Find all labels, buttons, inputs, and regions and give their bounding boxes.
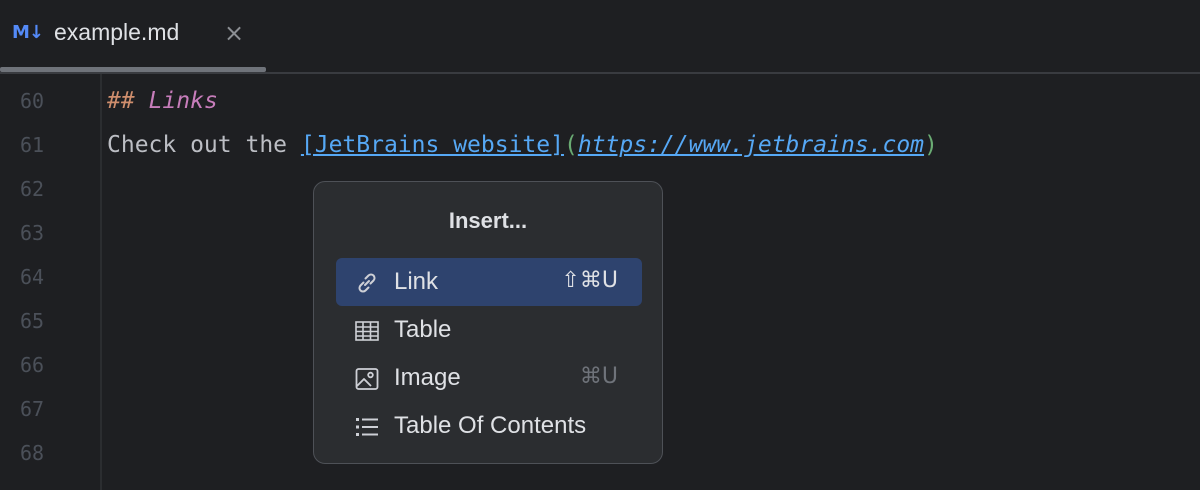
table-icon	[355, 321, 379, 341]
list-icon	[356, 418, 378, 436]
insert-image-item[interactable]: Image ⌘U	[336, 354, 642, 402]
line-number: 66	[20, 353, 45, 377]
insert-toc-item[interactable]: Table Of Contents	[336, 402, 642, 450]
close-paren: )	[924, 132, 938, 158]
item-label: Table Of Contents	[394, 412, 587, 439]
header-text: Links	[148, 88, 218, 114]
line-number-gutter: 60 61 62 63 64 65 66 67 68	[0, 74, 100, 490]
image-icon	[355, 368, 379, 390]
line-number: 63	[20, 221, 45, 245]
item-shortcut: ⇧⌘U	[561, 268, 618, 293]
item-label: Image	[394, 364, 461, 391]
tab-divider	[0, 72, 1200, 74]
code-line-61[interactable]: Check out the [JetBrains website](https:…	[107, 132, 938, 158]
item-shortcut: ⌘U	[579, 364, 618, 389]
plain-text: Check out the	[107, 132, 301, 158]
tab-title: example.md	[54, 19, 180, 45]
header-hash: ##	[107, 88, 135, 114]
code-line-60[interactable]: ## Links	[107, 88, 218, 114]
editor-tab-bar: M↓ example.md ×	[0, 0, 1200, 72]
line-number: 65	[20, 309, 45, 333]
close-icon[interactable]: ×	[224, 18, 244, 48]
gutter-divider	[100, 74, 102, 490]
line-number: 64	[20, 265, 45, 289]
line-number: 68	[20, 441, 45, 465]
markdown-icon: M↓	[12, 22, 44, 43]
link-icon	[358, 273, 376, 293]
link-text[interactable]: [JetBrains website]	[301, 132, 564, 158]
item-label: Link	[394, 268, 439, 295]
line-number: 61	[20, 133, 45, 157]
popup-title: Insert...	[448, 208, 528, 233]
insert-popup: Insert... Link ⇧⌘U Table Image ⌘U Table …	[313, 181, 663, 464]
item-label: Table	[394, 316, 452, 343]
line-number: 62	[20, 177, 45, 201]
insert-table-item[interactable]: Table	[336, 306, 642, 354]
line-number: 60	[20, 89, 45, 113]
tab-example-md[interactable]: M↓ example.md ×	[0, 0, 266, 72]
link-url[interactable]: https://www.jetbrains.com	[578, 132, 924, 158]
line-number: 67	[20, 397, 45, 421]
open-paren: (	[563, 132, 578, 158]
insert-link-item[interactable]: Link ⇧⌘U	[336, 258, 642, 306]
